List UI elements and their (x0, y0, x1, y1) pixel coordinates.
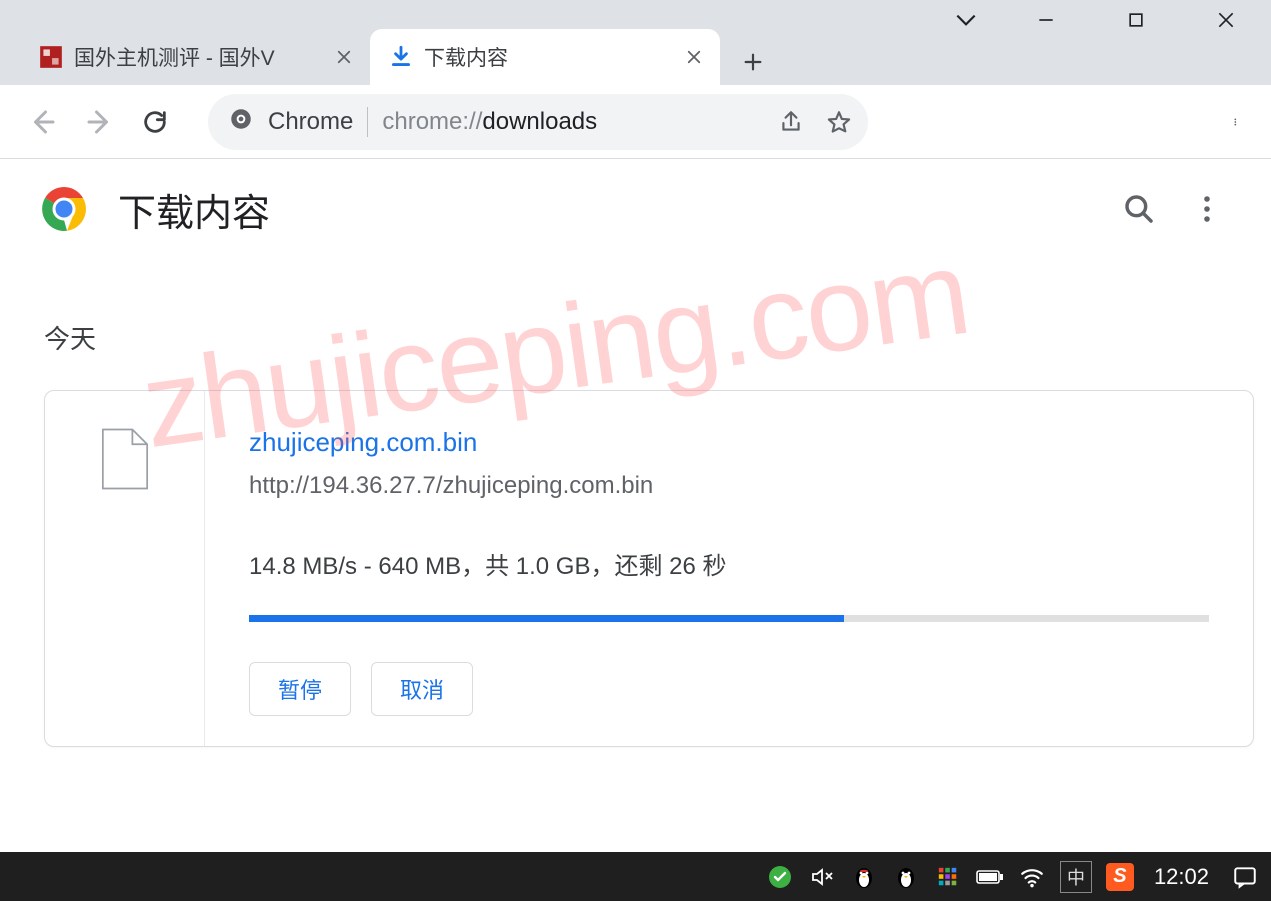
close-window-button[interactable] (1181, 0, 1271, 40)
url-path: downloads (482, 108, 597, 135)
divider (367, 107, 368, 137)
progress-fill (249, 615, 844, 622)
ime-indicator[interactable]: 中 (1060, 861, 1092, 893)
volume-mute-icon[interactable] (808, 863, 836, 891)
tab-title: 下载内容 (424, 42, 672, 72)
more-menu-button[interactable] (1183, 185, 1231, 233)
penguin-icon[interactable] (892, 863, 920, 891)
address-bar[interactable]: Chrome chrome://downloads (208, 94, 868, 150)
tab-title: 国外主机测评 - 国外V (74, 42, 322, 72)
omnibox-url: chrome://downloads (382, 108, 760, 136)
search-button[interactable] (1115, 185, 1163, 233)
downloads-header: 下载内容 (0, 159, 1271, 259)
chrome-chip-icon (228, 106, 254, 137)
download-item-card: zhujiceping.com.bin http://194.36.27.7/z… (44, 390, 1254, 747)
tab-favicon-site-icon (38, 44, 64, 70)
chevron-down-icon[interactable] (931, 0, 1001, 40)
minimize-button[interactable] (1001, 0, 1091, 40)
forward-button[interactable] (76, 99, 122, 145)
window-controls (931, 0, 1271, 40)
reload-button[interactable] (132, 99, 178, 145)
close-icon[interactable] (332, 45, 356, 69)
tabs-row: 国外主机测评 - 国外V 下载内容 (0, 0, 776, 85)
progress-bar (249, 615, 1209, 622)
cancel-button[interactable]: 取消 (371, 662, 473, 716)
notifications-icon[interactable] (1231, 863, 1259, 891)
new-tab-button[interactable] (730, 39, 776, 85)
url-prefix: chrome:// (382, 108, 482, 135)
sogou-ime-icon[interactable]: S (1106, 863, 1134, 891)
windows-taskbar: 中 S 12:02 (0, 852, 1271, 901)
browser-title-bar: 国外主机测评 - 国外V 下载内容 (0, 0, 1271, 85)
browser-menu-button[interactable] (1215, 99, 1261, 145)
share-icon[interactable] (774, 105, 808, 139)
download-item-body: zhujiceping.com.bin http://194.36.27.7/z… (205, 391, 1253, 746)
penguin-icon[interactable] (850, 863, 878, 891)
back-button[interactable] (20, 99, 66, 145)
page-title: 下载内容 (118, 182, 270, 237)
close-icon[interactable] (682, 45, 706, 69)
shield-check-icon[interactable] (766, 863, 794, 891)
pause-button[interactable]: 暂停 (249, 662, 351, 716)
downloads-content: 今天 zhujiceping.com.bin http://194.36.27.… (0, 259, 1271, 747)
battery-icon[interactable] (976, 863, 1004, 891)
wifi-icon[interactable] (1018, 863, 1046, 891)
download-icon (388, 44, 414, 70)
download-file-url: http://194.36.27.7/zhujiceping.com.bin (249, 472, 1209, 500)
browser-toolbar: Chrome chrome://downloads (0, 85, 1271, 159)
download-item-icon-area (45, 391, 205, 746)
omnibox-chip-label: Chrome (268, 108, 353, 136)
download-actions: 暂停 取消 (249, 662, 1209, 716)
maximize-button[interactable] (1091, 0, 1181, 40)
tab-active-downloads[interactable]: 下载内容 (370, 29, 720, 85)
color-grid-icon[interactable] (934, 863, 962, 891)
download-file-name[interactable]: zhujiceping.com.bin (249, 427, 1209, 458)
taskbar-clock[interactable]: 12:02 (1154, 864, 1209, 890)
download-status-text: 14.8 MB/s - 640 MB，共 1.0 GB，还剩 26 秒 (249, 546, 1209, 581)
chrome-logo-icon (40, 185, 88, 233)
section-label-today: 今天 (44, 319, 1271, 356)
star-icon[interactable] (822, 105, 856, 139)
tab-inactive[interactable]: 国外主机测评 - 国外V (20, 29, 370, 85)
file-icon (100, 427, 150, 491)
